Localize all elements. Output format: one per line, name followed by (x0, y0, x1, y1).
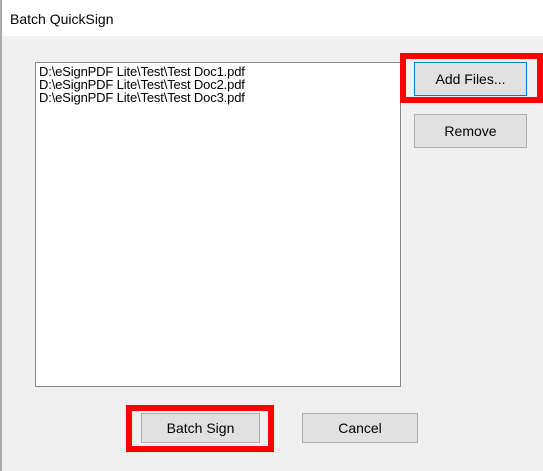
title-bar: Batch QuickSign (0, 0, 543, 36)
cancel-button[interactable]: Cancel (302, 413, 418, 443)
remove-button[interactable]: Remove (414, 114, 527, 148)
batch-sign-button[interactable]: Batch Sign (141, 413, 260, 443)
batch-quicksign-dialog: Batch QuickSign D:\eSignPDF Lite\Test\Te… (0, 0, 543, 471)
add-files-button[interactable]: Add Files... (414, 62, 527, 96)
window-title: Batch QuickSign (10, 11, 114, 27)
window-left-border (0, 0, 2, 471)
file-list[interactable]: D:\eSignPDF Lite\Test\Test Doc1.pdf D:\e… (35, 62, 401, 387)
file-list-item[interactable]: D:\eSignPDF Lite\Test\Test Doc3.pdf (39, 91, 400, 104)
